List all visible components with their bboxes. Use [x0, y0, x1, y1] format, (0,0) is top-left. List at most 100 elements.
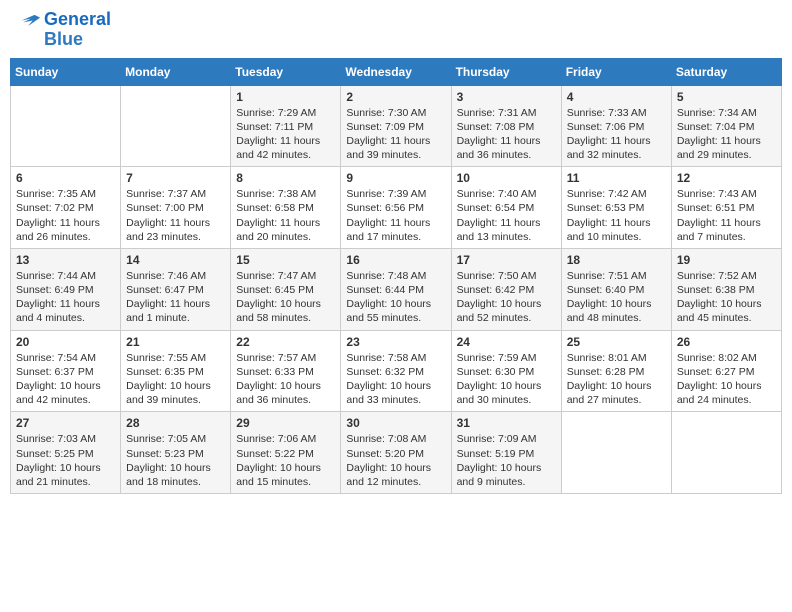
calendar-cell: 10 Sunrise: 7:40 AM Sunset: 6:54 PM Dayli… — [451, 167, 561, 249]
weekday-header: Wednesday — [341, 58, 451, 85]
day-number: 4 — [567, 90, 666, 104]
calendar-cell: 12 Sunrise: 7:43 AM Sunset: 6:51 PM Dayli… — [671, 167, 781, 249]
day-number: 26 — [677, 335, 776, 349]
calendar-cell: 31 Sunrise: 7:09 AM Sunset: 5:19 PM Dayli… — [451, 412, 561, 494]
day-info: Sunrise: 7:35 AM Sunset: 7:02 PM Dayligh… — [16, 187, 115, 244]
logo-bird-icon — [14, 13, 42, 41]
calendar-header: SundayMondayTuesdayWednesdayThursdayFrid… — [11, 58, 782, 85]
day-info: Sunrise: 7:44 AM Sunset: 6:49 PM Dayligh… — [16, 269, 115, 326]
day-info: Sunrise: 7:34 AM Sunset: 7:04 PM Dayligh… — [677, 106, 776, 163]
day-info: Sunrise: 7:42 AM Sunset: 6:53 PM Dayligh… — [567, 187, 666, 244]
calendar-cell: 30Sunrise: 7:08 AM Sunset: 5:20 PM Dayli… — [341, 412, 451, 494]
calendar-cell: 27 Sunrise: 7:03 AM Sunset: 5:25 PM Dayli… — [11, 412, 121, 494]
calendar-cell — [671, 412, 781, 494]
calendar-cell: 1 Sunrise: 7:29 AM Sunset: 7:11 PM Daylig… — [231, 85, 341, 167]
logo-text: General Blue — [44, 10, 111, 50]
day-number: 8 — [236, 171, 335, 185]
weekday-header: Tuesday — [231, 58, 341, 85]
day-number: 18 — [567, 253, 666, 267]
day-number: 24 — [457, 335, 556, 349]
weekday-header: Friday — [561, 58, 671, 85]
day-number: 22 — [236, 335, 335, 349]
day-info: Sunrise: 7:51 AM Sunset: 6:40 PM Dayligh… — [567, 269, 666, 326]
day-info: Sunrise: 7:50 AM Sunset: 6:42 PM Dayligh… — [457, 269, 556, 326]
weekday-header: Saturday — [671, 58, 781, 85]
day-number: 16 — [346, 253, 445, 267]
calendar-cell: 9 Sunrise: 7:39 AM Sunset: 6:56 PM Daylig… — [341, 167, 451, 249]
calendar-cell: 24 Sunrise: 7:59 AM Sunset: 6:30 PM Dayli… — [451, 330, 561, 412]
calendar-week-row: 27 Sunrise: 7:03 AM Sunset: 5:25 PM Dayli… — [11, 412, 782, 494]
day-number: 31 — [457, 416, 556, 430]
day-info: Sunrise: 8:02 AM Sunset: 6:27 PM Dayligh… — [677, 351, 776, 408]
day-info: Sunrise: 7:05 AM Sunset: 5:23 PM Dayligh… — [126, 432, 225, 489]
day-info: Sunrise: 7:29 AM Sunset: 7:11 PM Dayligh… — [236, 106, 335, 163]
day-info: Sunrise: 8:01 AM Sunset: 6:28 PM Dayligh… — [567, 351, 666, 408]
calendar-cell: 7 Sunrise: 7:37 AM Sunset: 7:00 PM Daylig… — [121, 167, 231, 249]
calendar-cell: 3Sunrise: 7:31 AM Sunset: 7:08 PM Daylig… — [451, 85, 561, 167]
calendar-cell: 6 Sunrise: 7:35 AM Sunset: 7:02 PM Daylig… — [11, 167, 121, 249]
day-number: 19 — [677, 253, 776, 267]
calendar-cell: 19 Sunrise: 7:52 AM Sunset: 6:38 PM Dayli… — [671, 248, 781, 330]
day-info: Sunrise: 7:57 AM Sunset: 6:33 PM Dayligh… — [236, 351, 335, 408]
calendar-cell: 26 Sunrise: 8:02 AM Sunset: 6:27 PM Dayli… — [671, 330, 781, 412]
day-info: Sunrise: 7:54 AM Sunset: 6:37 PM Dayligh… — [16, 351, 115, 408]
calendar-cell: 16 Sunrise: 7:48 AM Sunset: 6:44 PM Dayli… — [341, 248, 451, 330]
calendar-cell: 23Sunrise: 7:58 AM Sunset: 6:32 PM Dayli… — [341, 330, 451, 412]
day-number: 9 — [346, 171, 445, 185]
logo: General Blue — [14, 10, 111, 50]
calendar-cell: 15Sunrise: 7:47 AM Sunset: 6:45 PM Dayli… — [231, 248, 341, 330]
day-number: 29 — [236, 416, 335, 430]
calendar-week-row: 20 Sunrise: 7:54 AM Sunset: 6:37 PM Dayli… — [11, 330, 782, 412]
calendar-cell: 11 Sunrise: 7:42 AM Sunset: 6:53 PM Dayli… — [561, 167, 671, 249]
day-number: 3 — [457, 90, 556, 104]
day-info: Sunrise: 7:48 AM Sunset: 6:44 PM Dayligh… — [346, 269, 445, 326]
calendar-cell: 8 Sunrise: 7:38 AM Sunset: 6:58 PM Daylig… — [231, 167, 341, 249]
day-number: 25 — [567, 335, 666, 349]
calendar-week-row: 6 Sunrise: 7:35 AM Sunset: 7:02 PM Daylig… — [11, 167, 782, 249]
day-number: 14 — [126, 253, 225, 267]
day-info: Sunrise: 7:03 AM Sunset: 5:25 PM Dayligh… — [16, 432, 115, 489]
calendar-cell — [561, 412, 671, 494]
day-info: Sunrise: 7:52 AM Sunset: 6:38 PM Dayligh… — [677, 269, 776, 326]
calendar-cell — [11, 85, 121, 167]
calendar-cell: 13 Sunrise: 7:44 AM Sunset: 6:49 PM Dayli… — [11, 248, 121, 330]
calendar-cell: 17Sunrise: 7:50 AM Sunset: 6:42 PM Dayli… — [451, 248, 561, 330]
calendar-cell: 25 Sunrise: 8:01 AM Sunset: 6:28 PM Dayli… — [561, 330, 671, 412]
day-number: 30 — [346, 416, 445, 430]
day-number: 5 — [677, 90, 776, 104]
day-number: 23 — [346, 335, 445, 349]
day-number: 28 — [126, 416, 225, 430]
day-info: Sunrise: 7:59 AM Sunset: 6:30 PM Dayligh… — [457, 351, 556, 408]
day-number: 10 — [457, 171, 556, 185]
day-number: 6 — [16, 171, 115, 185]
calendar-cell: 21Sunrise: 7:55 AM Sunset: 6:35 PM Dayli… — [121, 330, 231, 412]
day-info: Sunrise: 7:09 AM Sunset: 5:19 PM Dayligh… — [457, 432, 556, 489]
calendar-cell: 18 Sunrise: 7:51 AM Sunset: 6:40 PM Dayli… — [561, 248, 671, 330]
day-info: Sunrise: 7:06 AM Sunset: 5:22 PM Dayligh… — [236, 432, 335, 489]
day-info: Sunrise: 7:39 AM Sunset: 6:56 PM Dayligh… — [346, 187, 445, 244]
day-info: Sunrise: 7:40 AM Sunset: 6:54 PM Dayligh… — [457, 187, 556, 244]
weekday-header: Monday — [121, 58, 231, 85]
day-number: 13 — [16, 253, 115, 267]
day-number: 15 — [236, 253, 335, 267]
day-number: 7 — [126, 171, 225, 185]
day-number: 2 — [346, 90, 445, 104]
day-number: 20 — [16, 335, 115, 349]
page-header: General Blue — [10, 10, 782, 50]
calendar-cell: 28 Sunrise: 7:05 AM Sunset: 5:23 PM Dayli… — [121, 412, 231, 494]
day-info: Sunrise: 7:37 AM Sunset: 7:00 PM Dayligh… — [126, 187, 225, 244]
weekday-header: Thursday — [451, 58, 561, 85]
day-info: Sunrise: 7:55 AM Sunset: 6:35 PM Dayligh… — [126, 351, 225, 408]
day-info: Sunrise: 7:33 AM Sunset: 7:06 PM Dayligh… — [567, 106, 666, 163]
day-info: Sunrise: 7:46 AM Sunset: 6:47 PM Dayligh… — [126, 269, 225, 326]
day-info: Sunrise: 7:43 AM Sunset: 6:51 PM Dayligh… — [677, 187, 776, 244]
day-number: 12 — [677, 171, 776, 185]
day-number: 1 — [236, 90, 335, 104]
calendar-cell: 5 Sunrise: 7:34 AM Sunset: 7:04 PM Daylig… — [671, 85, 781, 167]
calendar-cell: 14 Sunrise: 7:46 AM Sunset: 6:47 PM Dayli… — [121, 248, 231, 330]
day-number: 11 — [567, 171, 666, 185]
day-number: 27 — [16, 416, 115, 430]
day-info: Sunrise: 7:38 AM Sunset: 6:58 PM Dayligh… — [236, 187, 335, 244]
calendar-table: SundayMondayTuesdayWednesdayThursdayFrid… — [10, 58, 782, 494]
calendar-week-row: 13 Sunrise: 7:44 AM Sunset: 6:49 PM Dayli… — [11, 248, 782, 330]
